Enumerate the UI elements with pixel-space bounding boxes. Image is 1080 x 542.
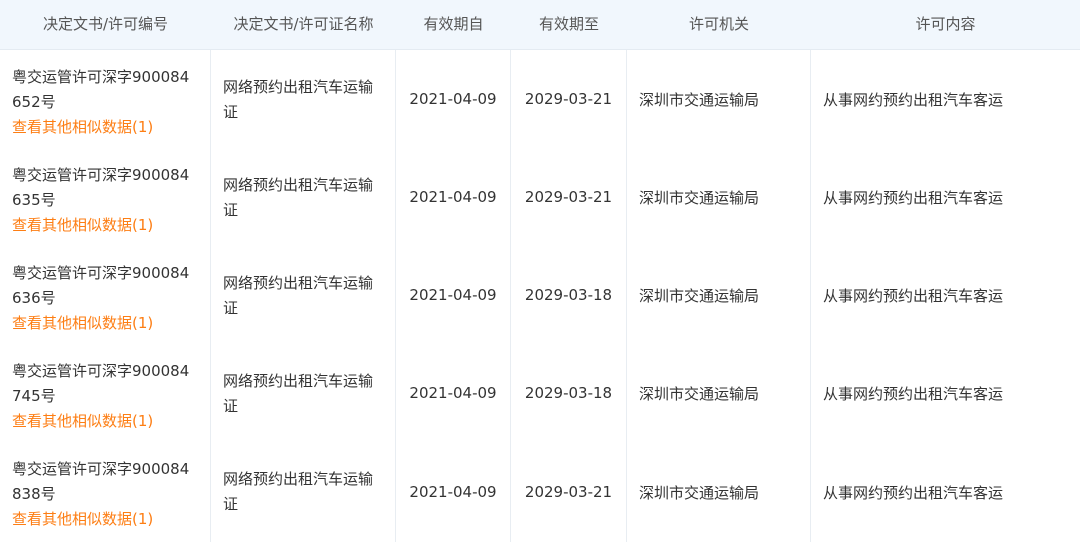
header-authority: 许可机关 — [688, 15, 749, 33]
table-row: 粤交运管许可深字900084 652号 查看其他相似数据(1) 网络预约出租汽车… — [0, 50, 1080, 149]
license-code-cell: 粤交运管许可深字900084 745号 查看其他相似数据(1) — [0, 344, 211, 442]
valid-to-cell: 2029-03-18 — [511, 344, 627, 442]
content-cell: 从事网约预约出租汽车客运 — [823, 286, 1004, 305]
header-license-code: 决定文书/许可编号 — [42, 15, 169, 33]
license-name-line1: 网络预约出租汽车运输 — [223, 372, 374, 390]
license-code-cell: 粤交运管许可深字900084 636号 查看其他相似数据(1) — [0, 246, 211, 344]
license-name-line2: 证 — [223, 299, 239, 317]
license-code-line1: 粤交运管许可深字900084 — [12, 460, 190, 478]
content-cell: 从事网约预约出租汽车客运 — [823, 483, 1004, 502]
authority-cell: 深圳市交通运输局 — [627, 344, 811, 442]
license-code-line2: 636号 — [12, 289, 56, 307]
authority-cell: 深圳市交通运输局 — [627, 442, 811, 542]
authority-cell: 深圳市交通运输局 — [627, 246, 811, 344]
header-license-name: 决定文书/许可证名称 — [233, 15, 374, 33]
valid-to-cell: 2029-03-18 — [511, 246, 627, 344]
valid-from-cell: 2021-04-09 — [396, 148, 511, 246]
license-name-cell: 网络预约出租汽车运输 证 — [211, 442, 396, 542]
view-similar-data-link[interactable]: 查看其他相似数据(1) — [12, 115, 200, 140]
license-name-line1: 网络预约出租汽车运输 — [223, 78, 374, 96]
table-row: 粤交运管许可深字900084 636号 查看其他相似数据(1) 网络预约出租汽车… — [0, 246, 1080, 345]
license-name-cell: 网络预约出租汽车运输 证 — [211, 148, 396, 246]
license-code-cell: 粤交运管许可深字900084 838号 查看其他相似数据(1) — [0, 442, 211, 542]
table-row: 粤交运管许可深字900084 838号 查看其他相似数据(1) 网络预约出租汽车… — [0, 442, 1080, 542]
view-similar-data-link[interactable]: 查看其他相似数据(1) — [12, 311, 200, 336]
license-name-cell: 网络预约出租汽车运输 证 — [211, 50, 396, 148]
license-name-line2: 证 — [223, 201, 239, 219]
license-code-line1: 粤交运管许可深字900084 — [12, 68, 190, 86]
valid-from-cell: 2021-04-09 — [396, 50, 511, 148]
license-name-cell: 网络预约出租汽车运输 证 — [211, 246, 396, 344]
license-name-line2: 证 — [223, 495, 239, 513]
license-code-line2: 652号 — [12, 93, 56, 111]
license-code-line1: 粤交运管许可深字900084 — [12, 362, 190, 380]
license-name-line1: 网络预约出租汽车运输 — [223, 274, 374, 292]
license-code-line2: 745号 — [12, 387, 56, 405]
authority-cell: 深圳市交通运输局 — [627, 50, 811, 148]
view-similar-data-link[interactable]: 查看其他相似数据(1) — [12, 507, 200, 532]
license-name-cell: 网络预约出租汽车运输 证 — [211, 344, 396, 442]
license-code-line2: 635号 — [12, 191, 56, 209]
license-code-cell: 粤交运管许可深字900084 635号 查看其他相似数据(1) — [0, 148, 211, 246]
valid-to-cell: 2029-03-21 — [511, 442, 627, 542]
license-code-line1: 粤交运管许可深字900084 — [12, 166, 190, 184]
valid-from-cell: 2021-04-09 — [396, 442, 511, 542]
table-row: 粤交运管许可深字900084 745号 查看其他相似数据(1) 网络预约出租汽车… — [0, 344, 1080, 443]
header-valid-from: 有效期自 — [423, 15, 484, 33]
license-name-line2: 证 — [223, 103, 239, 121]
license-table: 决定文书/许可编号 决定文书/许可证名称 有效期自 有效期至 许可机关 许可内容… — [0, 0, 1080, 542]
view-similar-data-link[interactable]: 查看其他相似数据(1) — [12, 409, 200, 434]
authority-cell: 深圳市交通运输局 — [627, 148, 811, 246]
table-header: 决定文书/许可编号 决定文书/许可证名称 有效期自 有效期至 许可机关 许可内容 — [0, 0, 1080, 50]
license-name-line1: 网络预约出租汽车运输 — [223, 470, 374, 488]
valid-from-cell: 2021-04-09 — [396, 246, 511, 344]
license-name-line1: 网络预约出租汽车运输 — [223, 176, 374, 194]
valid-to-cell: 2029-03-21 — [511, 50, 627, 148]
valid-from-cell: 2021-04-09 — [396, 344, 511, 442]
header-content: 许可内容 — [915, 15, 976, 33]
valid-to-cell: 2029-03-21 — [511, 148, 627, 246]
content-cell: 从事网约预约出租汽车客运 — [823, 188, 1004, 207]
license-name-line2: 证 — [223, 397, 239, 415]
license-code-line2: 838号 — [12, 485, 56, 503]
license-code-cell: 粤交运管许可深字900084 652号 查看其他相似数据(1) — [0, 50, 211, 148]
content-cell: 从事网约预约出租汽车客运 — [823, 384, 1004, 403]
license-code-line1: 粤交运管许可深字900084 — [12, 264, 190, 282]
view-similar-data-link[interactable]: 查看其他相似数据(1) — [12, 213, 200, 238]
content-cell: 从事网约预约出租汽车客运 — [823, 90, 1004, 109]
header-valid-to: 有效期至 — [538, 15, 599, 33]
table-row: 粤交运管许可深字900084 635号 查看其他相似数据(1) 网络预约出租汽车… — [0, 148, 1080, 247]
